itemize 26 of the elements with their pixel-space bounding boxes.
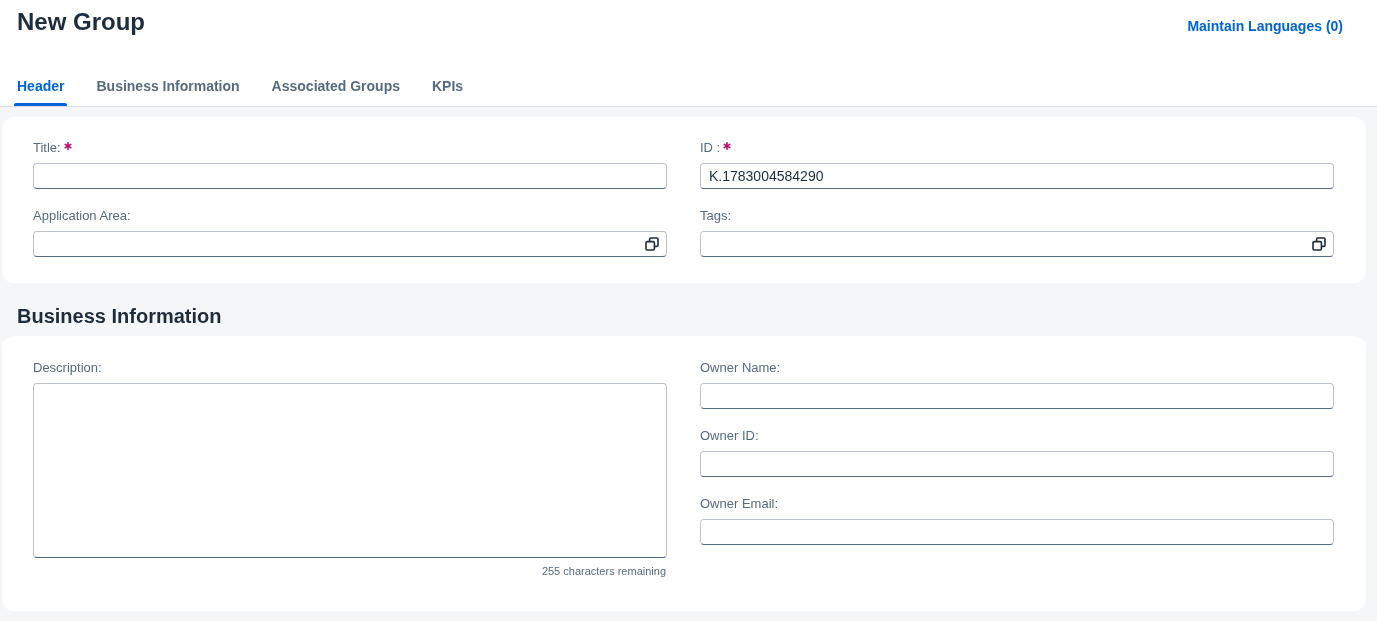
input-field[interactable] — [700, 383, 1334, 409]
input-field[interactable] — [700, 519, 1334, 545]
field-label: Application Area: — [33, 208, 131, 224]
field-label: Description: — [33, 360, 102, 376]
field-label: Owner Name: — [700, 360, 781, 376]
overlapping-squares-icon[interactable] — [1312, 237, 1326, 251]
tab[interactable]: Associated Groups — [268, 67, 403, 106]
input-field[interactable] — [33, 163, 667, 189]
description-field[interactable] — [33, 383, 667, 558]
input-field[interactable] — [700, 231, 1334, 257]
field-label: Title: — [33, 140, 61, 156]
input-field[interactable] — [33, 231, 667, 257]
input-field[interactable] — [700, 451, 1334, 477]
page-title: New Group — [17, 8, 145, 36]
field-label: ID : — [700, 140, 721, 156]
character-counter: 255 characters remaining — [541, 564, 666, 578]
tab[interactable]: Header — [14, 67, 68, 106]
field-label: Owner ID: — [700, 428, 759, 444]
input-field[interactable]: K.1783004584290 — [700, 163, 1334, 189]
field-label: Tags: — [700, 208, 732, 224]
maintain-languages-link[interactable]: Maintain Languages (0) — [1187, 18, 1343, 35]
overlapping-squares-icon[interactable] — [645, 237, 659, 251]
section-heading: Business Information — [17, 304, 222, 328]
tab[interactable]: Business Information — [93, 67, 243, 106]
field-label: Owner Email: — [700, 496, 779, 512]
tab[interactable]: KPIs — [429, 67, 467, 106]
